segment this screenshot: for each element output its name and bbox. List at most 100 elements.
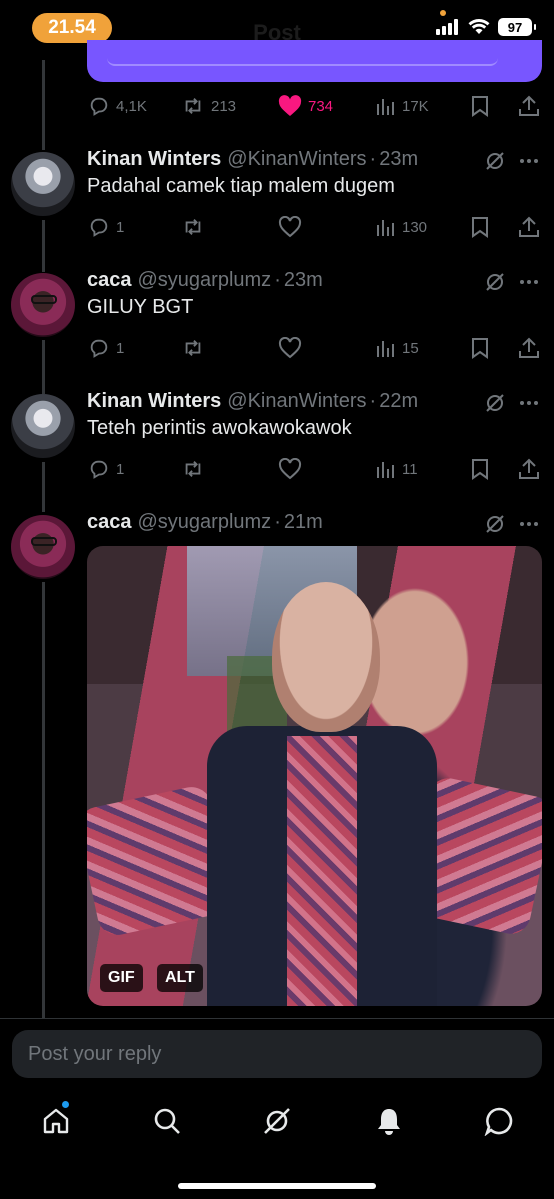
views-icon: [377, 462, 394, 478]
reply-button[interactable]: 1: [88, 454, 124, 484]
like-button[interactable]: [278, 212, 302, 242]
bookmark-icon: [472, 217, 488, 238]
avatar-glasses: [31, 537, 57, 546]
more-icon[interactable]: [518, 150, 540, 172]
heart-icon: [278, 337, 302, 359]
tweet-actions: 1 11: [88, 454, 540, 484]
status-icons: 97: [436, 18, 536, 36]
top-post-actions: 4,1K 213 734 17K: [88, 91, 540, 121]
grok-icon[interactable]: [484, 271, 506, 293]
gif-media[interactable]: GIF ALT: [87, 546, 542, 1006]
views-button[interactable]: 17K: [376, 91, 429, 121]
reply-icon: [90, 97, 108, 116]
alt-badge[interactable]: ALT: [157, 964, 203, 992]
home-indicator[interactable]: [178, 1183, 376, 1189]
reply-input[interactable]: [12, 1030, 542, 1078]
display-name[interactable]: Kinan Winters: [87, 390, 221, 413]
share-button[interactable]: [518, 212, 540, 242]
battery-indicator: 97: [498, 18, 536, 36]
views-icon: [377, 220, 394, 236]
views-icon: [377, 99, 394, 115]
repost-button[interactable]: [181, 333, 205, 363]
grok-icon[interactable]: [484, 513, 506, 535]
repost-button[interactable]: [181, 212, 205, 242]
thread-line: [42, 220, 45, 272]
repost-icon: [185, 340, 201, 356]
thread-line: [42, 60, 45, 150]
share-icon: [519, 95, 539, 116]
repost-button[interactable]: [181, 454, 205, 484]
reply-button[interactable]: 4,1K: [88, 91, 147, 121]
nav-home[interactable]: [39, 1104, 73, 1138]
tweet-header: caca @syugarplumz · 23m: [87, 269, 323, 295]
display-name[interactable]: caca: [87, 269, 132, 292]
user-handle[interactable]: @syugarplumz: [138, 269, 272, 292]
heart-filled-icon: [278, 95, 302, 116]
thread-line: [42, 340, 45, 394]
bookmark-icon: [472, 338, 488, 359]
reply-count: 1: [116, 218, 125, 236]
like-button[interactable]: [278, 333, 302, 363]
grok-icon[interactable]: [484, 392, 506, 414]
share-icon: [519, 337, 539, 358]
reply-count: 1: [116, 339, 125, 357]
nav-notifications[interactable]: [372, 1104, 406, 1138]
privacy-indicator-dot: [440, 10, 446, 16]
timestamp[interactable]: 23m: [284, 269, 323, 292]
user-handle[interactable]: @KinanWinters: [227, 390, 366, 413]
avatar[interactable]: [11, 152, 75, 216]
repost-icon: [185, 461, 201, 477]
tweet-header: Kinan Winters @KinanWinters · 23m: [87, 148, 418, 174]
views-button[interactable]: 130: [376, 212, 427, 242]
share-button[interactable]: [518, 91, 540, 121]
reply-button[interactable]: 1: [88, 212, 124, 242]
nav-search[interactable]: [150, 1104, 184, 1138]
reply-icon: [90, 218, 108, 237]
bookmark-icon: [472, 459, 488, 480]
share-button[interactable]: [518, 454, 540, 484]
timestamp[interactable]: 23m: [379, 148, 418, 171]
more-icon[interactable]: [518, 392, 540, 414]
tweet-text: Teteh perintis awokawokawok: [87, 417, 352, 439]
share-button[interactable]: [518, 333, 540, 363]
user-handle[interactable]: @syugarplumz: [138, 511, 272, 534]
reply-count: 4,1K: [116, 97, 147, 115]
notifications-icon: [378, 1109, 400, 1135]
bookmark-button[interactable]: [470, 212, 490, 242]
bookmark-button[interactable]: [470, 91, 490, 121]
more-icon[interactable]: [518, 513, 540, 535]
avatar[interactable]: [11, 515, 75, 579]
avatar[interactable]: [11, 394, 75, 458]
heart-icon: [278, 458, 302, 480]
views-button[interactable]: 11: [376, 454, 418, 484]
bookmark-button[interactable]: [470, 333, 490, 363]
bottom-nav: [0, 1096, 554, 1146]
views-button[interactable]: 15: [376, 333, 419, 363]
like-button[interactable]: [278, 454, 302, 484]
timestamp[interactable]: 21m: [284, 511, 323, 534]
reply-button[interactable]: 1: [88, 333, 124, 363]
like-button[interactable]: 734: [278, 91, 333, 121]
grok-icon[interactable]: [484, 150, 506, 172]
bookmark-icon: [472, 96, 488, 117]
views-count: 11: [402, 460, 418, 478]
user-handle[interactable]: @KinanWinters: [227, 148, 366, 171]
nav-messages[interactable]: [482, 1104, 516, 1138]
signal-icon: [436, 19, 458, 35]
views-icon: [377, 341, 394, 357]
display-name[interactable]: Kinan Winters: [87, 148, 221, 171]
repost-icon: [185, 219, 201, 235]
separator-dot: ·: [369, 390, 377, 412]
quoted-card[interactable]: [87, 40, 542, 82]
share-icon: [519, 458, 539, 479]
nav-grok[interactable]: [260, 1104, 294, 1138]
avatar[interactable]: [11, 273, 75, 337]
repost-button[interactable]: 213: [181, 91, 236, 121]
display-name[interactable]: caca: [87, 511, 132, 534]
bookmark-button[interactable]: [470, 454, 490, 484]
gif-badge: GIF: [100, 964, 143, 992]
tweet-actions: 1 130: [88, 212, 540, 242]
more-icon[interactable]: [518, 271, 540, 293]
separator-dot: ·: [274, 511, 281, 533]
timestamp[interactable]: 22m: [379, 390, 418, 413]
